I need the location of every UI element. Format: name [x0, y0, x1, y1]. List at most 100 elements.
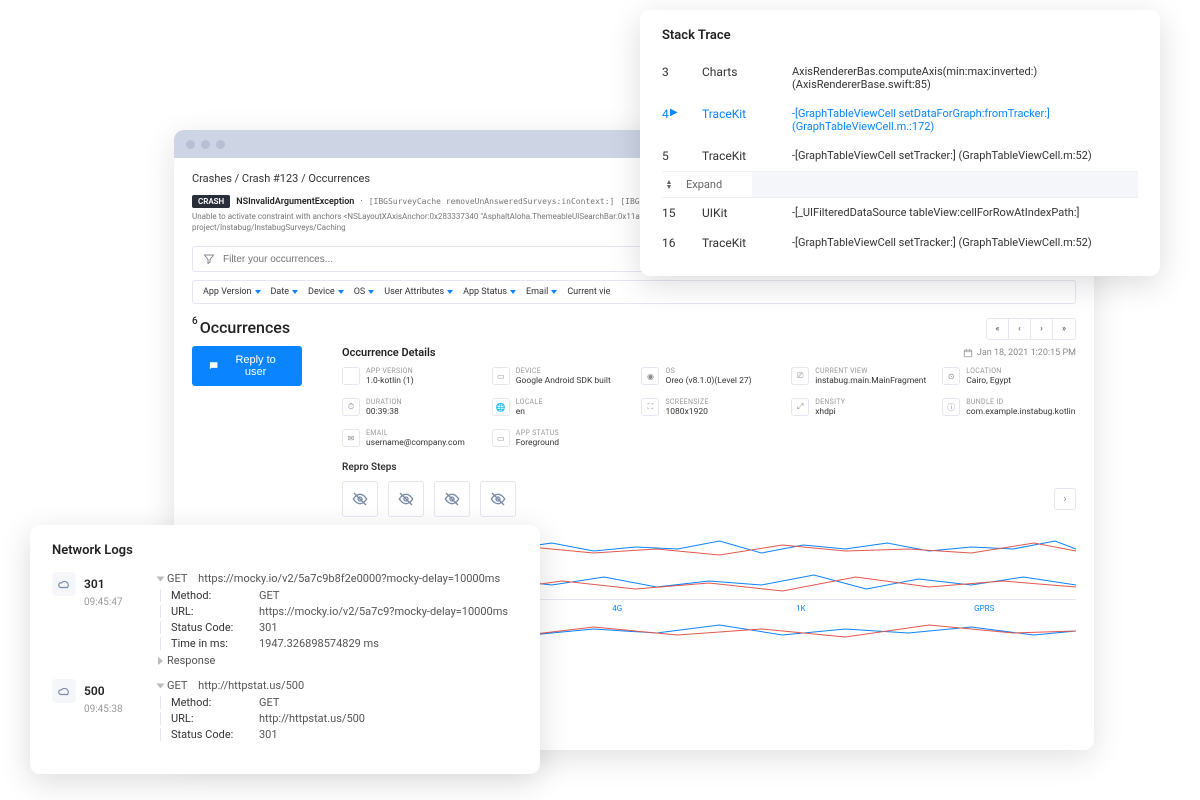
- meta-label: LOCATION: [966, 367, 1011, 375]
- eye-off-icon: [352, 491, 368, 507]
- page-last-button[interactable]: »: [1053, 319, 1075, 339]
- meta-item: ▭DEVICEGoogle Android SDK built: [492, 367, 626, 386]
- network-log-detail: Status Code:301: [160, 621, 518, 634]
- stack-frame-active[interactable]: ▶ 4 TraceKit -[GraphTableViewCell setDat…: [662, 99, 1138, 141]
- meta-item: ⏱ DURATION00:39:38: [342, 398, 476, 417]
- net-label-gprs: GPRS: [893, 599, 1077, 613]
- detail-key: Status Code:: [171, 621, 259, 634]
- stack-trace-heading: Stack Trace: [662, 28, 1138, 43]
- minimize-icon[interactable]: [201, 140, 210, 149]
- occurrences-count: 6: [192, 316, 198, 337]
- network-log-detail: Status Code:301: [160, 728, 518, 741]
- meta-label: OS: [665, 367, 751, 375]
- meta-item: ▭APP STATUSForeground: [492, 429, 626, 448]
- chevron-down-icon: [368, 290, 374, 294]
- pill-device[interactable]: Device: [308, 287, 344, 297]
- crash-badge: CRASH: [192, 195, 230, 208]
- request-line[interactable]: GET http://httpstat.us/500: [158, 679, 518, 692]
- log-time: 09:45:47: [84, 597, 142, 608]
- request-line[interactable]: GET https://mocky.io/v2/5a7c9b8f2e0000?m…: [158, 572, 518, 585]
- stack-frame[interactable]: 15 UIKit -[_UIFilteredDataSource tableVi…: [662, 198, 1138, 228]
- detail-value: http://httpstat.us/500: [259, 712, 518, 725]
- meta-icon: ⓘ: [942, 398, 960, 416]
- calendar-icon: [963, 348, 973, 358]
- detail-key: Status Code:: [171, 728, 259, 741]
- reply-to-user-button[interactable]: Reply to user: [192, 346, 302, 386]
- maximize-icon[interactable]: [216, 140, 225, 149]
- breadcrumb-crash-id[interactable]: Crash #123: [242, 172, 298, 185]
- meta-value: username@company.com: [366, 438, 465, 448]
- chevron-down-icon: [157, 576, 165, 581]
- pill-email[interactable]: Email: [526, 287, 557, 297]
- breadcrumb-crashes[interactable]: Crashes: [192, 172, 232, 185]
- repro-step-thumb[interactable]: [434, 481, 470, 517]
- pill-app-status[interactable]: App Status: [463, 287, 516, 297]
- meta-value: 1.0-kotlin (1): [366, 376, 414, 386]
- status-code: 301: [84, 577, 105, 591]
- page-first-button[interactable]: «: [987, 319, 1009, 339]
- net-label-1k: 1K: [709, 599, 893, 613]
- status-code: 500: [84, 684, 105, 698]
- meta-label: EMAIL: [366, 429, 465, 437]
- cloud-icon: [52, 679, 76, 703]
- pill-os[interactable]: OS: [354, 287, 375, 297]
- meta-value: 00:39:38: [366, 407, 402, 417]
- repro-step-thumb[interactable]: [342, 481, 378, 517]
- response-toggle[interactable]: Response: [158, 654, 518, 667]
- meta-label: BUNDLE ID: [966, 398, 1075, 406]
- chevron-down-icon: [292, 290, 298, 294]
- meta-icon: ⊙: [942, 367, 960, 385]
- funnel-icon: [203, 253, 215, 265]
- crash-code-1: [IBGSurveyCache removeUnAnsweredSurveys:…: [369, 197, 615, 206]
- page-next-button[interactable]: ›: [1031, 319, 1053, 339]
- meta-item: ◉ OSOreo (v8.1.0)(Level 27): [641, 367, 775, 386]
- stack-expand-button[interactable]: ▲▼ Expand: [662, 171, 1138, 198]
- meta-value: Foreground: [516, 438, 559, 448]
- pill-date[interactable]: Date: [271, 287, 299, 297]
- meta-value: 1080x1920: [665, 407, 708, 417]
- filter-pill-row: App Version Date Device OS User Attribut…: [192, 280, 1076, 304]
- meta-icon: ◉: [641, 367, 659, 385]
- chevron-down-icon: [447, 290, 453, 294]
- pill-user-attributes[interactable]: User Attributes: [384, 287, 453, 297]
- pill-app-version[interactable]: App Version: [203, 287, 261, 297]
- chevron-down-icon: [510, 290, 516, 294]
- occurrences-title: 6 Occurrences: [192, 318, 270, 337]
- meta-value: Oreo (v8.1.0)(Level 27): [665, 376, 751, 386]
- detail-key: Method:: [171, 696, 259, 709]
- meta-icon: [342, 367, 360, 385]
- repro-next-button[interactable]: ›: [1054, 488, 1076, 510]
- meta-value: en: [516, 407, 543, 417]
- meta-label: DEVICE: [516, 367, 611, 375]
- meta-icon: ⏱: [342, 398, 360, 416]
- meta-label: CURRENT VIEW: [815, 367, 926, 375]
- repro-step-thumb[interactable]: [480, 481, 516, 517]
- meta-label: DENSITY: [815, 398, 845, 406]
- expand-icon: ▲▼: [662, 180, 676, 190]
- repro-steps-row: ›: [342, 481, 1076, 517]
- occurrence-details-heading: Occurrence Details: [342, 346, 436, 359]
- meta-label: SCREENSIZE: [665, 398, 708, 406]
- detail-key: URL:: [171, 712, 259, 725]
- chevron-down-icon: [338, 290, 344, 294]
- pill-current-view[interactable]: Current vie: [567, 287, 610, 297]
- detail-value: GET: [259, 696, 518, 709]
- meta-item: ⎚CURRENT VIEWinstabug.main.MainFragment: [791, 367, 926, 386]
- meta-label: LOCALE: [516, 398, 543, 406]
- meta-label: APP STATUS: [516, 429, 559, 437]
- meta-item: ⓘ BUNDLE IDcom.example.instabug.kotlin: [942, 398, 1076, 417]
- close-icon[interactable]: [186, 140, 195, 149]
- repro-step-thumb[interactable]: [388, 481, 424, 517]
- meta-item: ✉EMAILusername@company.com: [342, 429, 476, 448]
- breadcrumb-occurrences[interactable]: Occurrences: [308, 172, 370, 185]
- meta-label: DURATION: [366, 398, 402, 406]
- detail-value: GET: [259, 589, 518, 602]
- net-label-4g: 4G: [526, 599, 710, 613]
- meta-value: com.example.instabug.kotlin: [966, 407, 1075, 417]
- meta-value: xhdpi: [815, 407, 845, 417]
- stack-frame[interactable]: 5 TraceKit -[GraphTableViewCell setTrack…: [662, 141, 1138, 171]
- repro-steps-heading: Repro Steps: [342, 462, 1076, 473]
- stack-frame[interactable]: 16 TraceKit -[GraphTableViewCell setTrac…: [662, 228, 1138, 258]
- stack-frame[interactable]: 3 Charts AxisRendererBas.computeAxis(min…: [662, 57, 1138, 99]
- page-prev-button[interactable]: ‹: [1009, 319, 1031, 339]
